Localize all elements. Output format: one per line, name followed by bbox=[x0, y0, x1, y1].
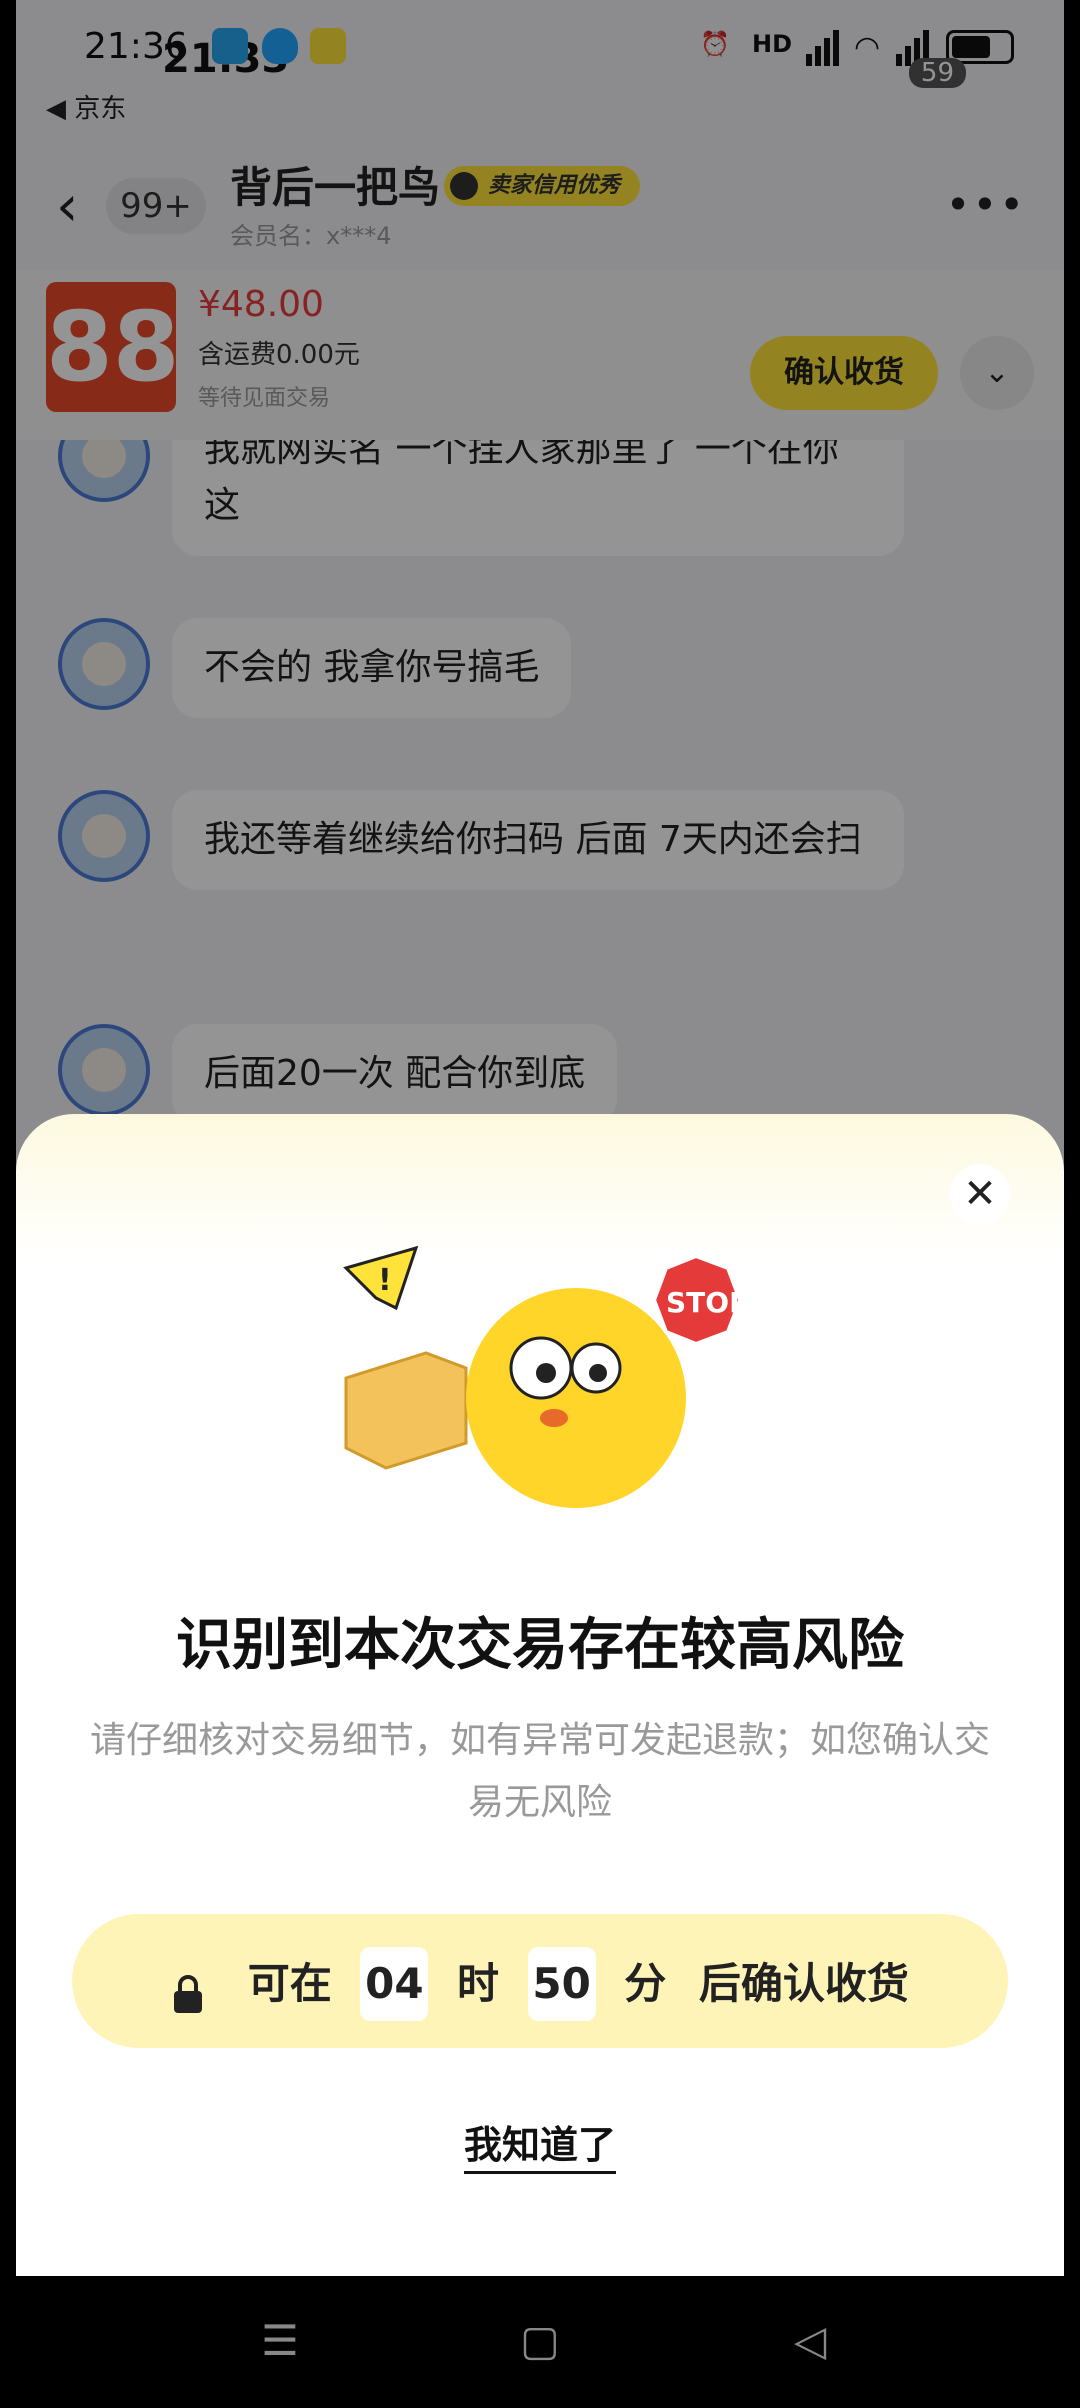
confirm-countdown-button: 可在 04 时 50 分 后确认收货 bbox=[72, 1914, 1008, 2048]
countdown-prefix: 可在 bbox=[247, 1958, 332, 2008]
acknowledge-link[interactable]: 我知道了 bbox=[463, 2123, 616, 2174]
risk-warning-sheet: ✕ ! STOP 识别到本次交易存在较高风险 请仔细核对交易细节，如有异常可发起… bbox=[16, 1114, 1064, 2276]
menu-icon[interactable]: ☰ bbox=[255, 2318, 305, 2364]
risk-warning-description: 请仔细核对交易细节，如有异常可发起退款；如您确认交易无风险 bbox=[89, 1720, 990, 1823]
app-screen: 21:36 21:33 ◀ 京东 ⏰ HD ◠ 59 ‹ 99+ 背后一把鸟 卖… bbox=[16, 0, 1064, 2276]
countdown-hours-unit: 时 bbox=[456, 1958, 499, 2008]
risk-warning-title: 识别到本次交易存在较高风险 bbox=[176, 1613, 904, 1678]
warning-mascot-illustration: ! STOP bbox=[343, 1245, 750, 1508]
system-nav-bar: ☰ ▢ ◁ bbox=[0, 2276, 1080, 2408]
mascot-body-shape bbox=[466, 1288, 686, 1508]
acknowledge-link-row: 我知道了 bbox=[16, 2114, 1064, 2174]
alert-flag-text: ! bbox=[378, 1263, 392, 1298]
lock-icon bbox=[171, 1964, 205, 2013]
home-icon[interactable]: ▢ bbox=[515, 2318, 565, 2364]
countdown-minutes-unit: 分 bbox=[624, 1958, 667, 2008]
close-icon[interactable]: ✕ bbox=[950, 1164, 1010, 1224]
countdown-minutes: 50 bbox=[527, 1946, 596, 2021]
package-box-shape bbox=[344, 1351, 468, 1470]
stop-sign-text: STOP bbox=[666, 1286, 750, 1319]
back-nav-icon[interactable]: ◁ bbox=[785, 2318, 835, 2364]
countdown-hours: 04 bbox=[360, 1946, 429, 2021]
countdown-suffix: 后确认收货 bbox=[698, 1958, 909, 2008]
